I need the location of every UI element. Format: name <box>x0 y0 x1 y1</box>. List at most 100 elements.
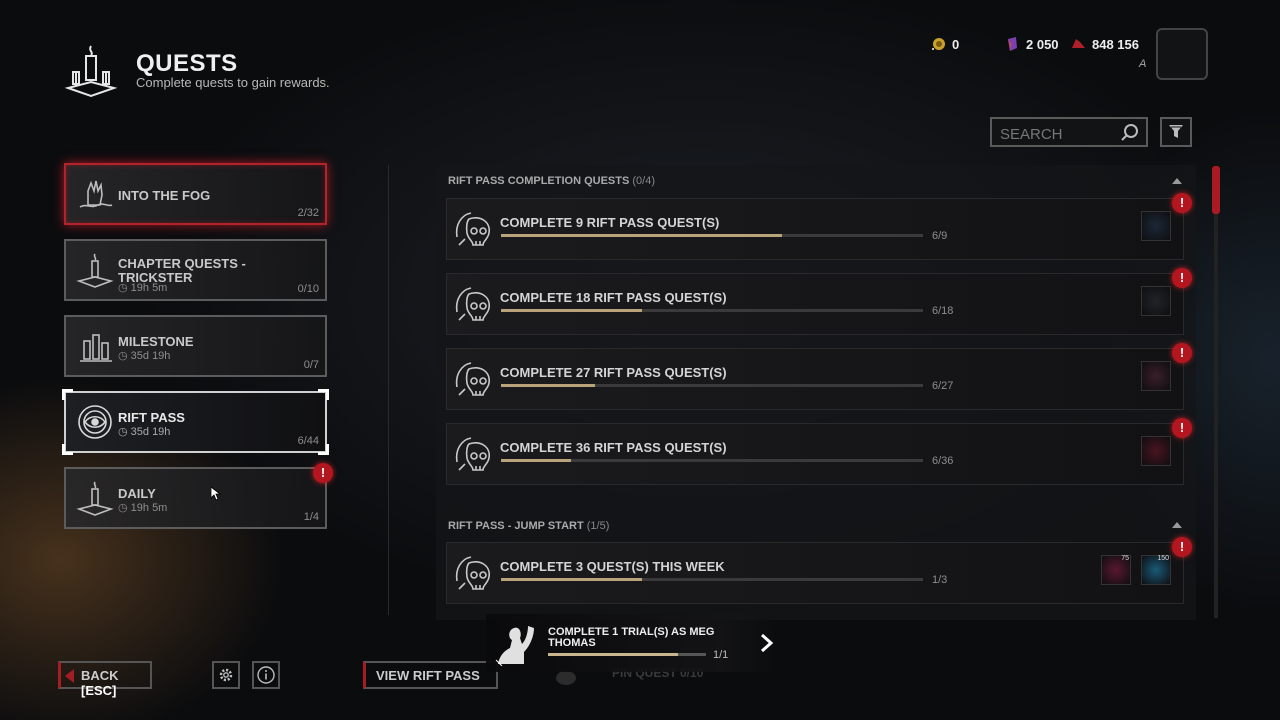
red-drop-icon <box>1072 39 1085 48</box>
collapse-arrow-icon[interactable] <box>1172 522 1182 528</box>
category-count: 6/44 <box>297 435 319 447</box>
category-timer: ◷ 19h 5m <box>118 502 168 514</box>
quest-title: COMPLETE 3 QUEST(S) THIS WEEK <box>500 559 725 574</box>
category-into-the-fog[interactable]: INTO THE FOG 2/32 <box>64 163 327 225</box>
quest-row[interactable]: COMPLETE 27 RIFT PASS QUEST(S) 6/27 ! <box>446 343 1192 410</box>
quest-progress-fill <box>501 309 642 312</box>
reward-icon[interactable] <box>1141 286 1171 316</box>
category-chapter-quests[interactable]: CHAPTER QUESTS - TRICKSTER ◷ 19h 5m 0/10 <box>64 239 327 301</box>
section-header: RIFT PASS - JUMP START (1/5) <box>448 520 610 532</box>
skull-shield-icon <box>455 287 490 321</box>
filter-button[interactable] <box>1160 117 1192 147</box>
selection-corner <box>318 389 329 400</box>
reward-icon[interactable] <box>1141 436 1171 466</box>
back-button[interactable]: BACK [ESC] <box>58 661 152 698</box>
page-subtitle: Complete quests to gain rewards. <box>136 75 330 90</box>
back-arrow-icon <box>65 669 74 683</box>
rift-eye-icon <box>78 405 112 439</box>
bloodpoints-value: 848 156 <box>1092 36 1139 52</box>
category-milestone[interactable]: MILESTONE ◷ 35d 19h 0/7 <box>64 315 327 377</box>
skull-shield-icon <box>455 362 490 396</box>
panel-divider <box>388 165 389 615</box>
tracked-progress-count: 1/1 <box>713 649 729 661</box>
reward-icon[interactable]: 150 <box>1141 555 1171 585</box>
quest-title: COMPLETE 36 RIFT PASS QUEST(S) <box>500 440 727 455</box>
tracked-progress-track <box>548 653 706 656</box>
skull-shield-icon <box>455 556 490 590</box>
info-icon <box>257 666 275 684</box>
search-box[interactable] <box>990 117 1148 147</box>
category-count: 0/10 <box>297 283 319 295</box>
quest-progress-track <box>501 384 923 387</box>
gear-icon <box>219 668 233 682</box>
category-label: DAILY <box>118 486 156 501</box>
auric-cells-value: 2 050 <box>1026 36 1059 52</box>
tracked-progress-fill <box>548 653 678 656</box>
alert-badge: ! <box>1172 418 1192 438</box>
scrollbar-thumb[interactable] <box>1212 166 1220 214</box>
search-input[interactable] <box>998 123 1122 145</box>
coin-sparkle-icon <box>932 38 945 50</box>
skull-shield-icon <box>455 437 490 471</box>
quest-row[interactable]: COMPLETE 36 RIFT PASS QUEST(S) 6/36 ! <box>446 418 1192 485</box>
category-count: 0/7 <box>303 359 319 371</box>
category-timer: ◷ 35d 19h <box>118 426 171 438</box>
info-button[interactable] <box>252 661 280 689</box>
purple-crystal-icon <box>1008 37 1017 51</box>
selection-corner <box>62 389 73 400</box>
chevron-right-icon[interactable] <box>758 633 776 653</box>
filter-icon <box>1169 125 1183 138</box>
quest-progress-fill <box>501 234 783 237</box>
quest-progress-count: 6/36 <box>932 455 954 467</box>
profile-button[interactable] <box>1156 28 1208 80</box>
alert-badge: ! <box>313 463 333 483</box>
candle-altar-icon <box>76 253 114 288</box>
skull-shield-icon <box>455 212 490 246</box>
settings-button[interactable] <box>212 661 240 689</box>
shards-value: 0 <box>952 36 960 52</box>
quest-progress-count: 6/18 <box>932 305 954 317</box>
view-rift-pass-label: VIEW RIFT PASS <box>376 668 480 683</box>
quest-progress-fill <box>501 578 642 581</box>
category-rift-pass[interactable]: RIFT PASS ◷ 35d 19h 6/44 <box>62 389 329 455</box>
hand-in-fog-icon <box>79 180 113 208</box>
category-label: INTO THE FOG <box>118 188 211 203</box>
search-icon[interactable] <box>1120 123 1140 143</box>
back-label: BACK [ESC] <box>81 668 119 698</box>
category-timer: ◷ 35d 19h <box>118 350 171 362</box>
category-timer: ◷ 19h 5m <box>118 282 168 294</box>
quest-row[interactable]: COMPLETE 9 RIFT PASS QUEST(S) 6/9 ! <box>446 193 1192 260</box>
page-title: QUESTS <box>136 50 238 77</box>
scrollbar-track[interactable] <box>1214 166 1218 618</box>
category-count: 1/4 <box>303 511 319 523</box>
quest-progress-fill <box>501 459 572 462</box>
alert-badge: ! <box>1172 268 1192 288</box>
quest-progress-track <box>501 459 923 462</box>
section-header: RIFT PASS COMPLETION QUESTS (0/4) <box>448 175 655 187</box>
selection-corner <box>318 444 329 455</box>
alert-badge: ! <box>1172 343 1192 363</box>
player-initial: A <box>1139 58 1147 70</box>
quest-progress-count: 6/9 <box>932 230 948 242</box>
category-label: RIFT PASS <box>118 410 185 425</box>
alert-badge: ! <box>1172 193 1192 213</box>
view-rift-pass-button[interactable]: VIEW RIFT PASS <box>363 661 498 689</box>
quest-row[interactable]: COMPLETE 3 QUEST(S) THIS WEEK 1/3 75 150… <box>446 537 1192 604</box>
quest-list-panel: RIFT PASS COMPLETION QUESTS (0/4) COMPLE… <box>436 165 1196 620</box>
quest-row[interactable]: COMPLETE 18 RIFT PASS QUEST(S) 6/18 ! <box>446 268 1192 335</box>
survivor-fist-icon <box>495 626 534 666</box>
bloodpoints-currency: 848 156 <box>1070 36 1139 52</box>
category-label: MILESTONE <box>118 334 194 349</box>
reward-icon[interactable] <box>1141 211 1171 241</box>
tracked-quest-card[interactable]: COMPLETE 1 TRIAL(S) AS MEG THOMAS 1/1 <box>486 614 780 672</box>
quest-progress-count: 6/27 <box>932 380 954 392</box>
pin-quest-toggle[interactable] <box>556 671 576 685</box>
quest-progress-fill <box>501 384 595 387</box>
selection-corner <box>62 444 73 455</box>
candles-icon <box>80 334 112 362</box>
reward-icon[interactable]: 75 <box>1101 555 1131 585</box>
category-daily[interactable]: DAILY ◷ 19h 5m 1/4 ! <box>64 463 333 529</box>
collapse-arrow-icon[interactable] <box>1172 178 1182 184</box>
candle-altar-icon <box>64 45 118 98</box>
reward-icon[interactable] <box>1141 361 1171 391</box>
